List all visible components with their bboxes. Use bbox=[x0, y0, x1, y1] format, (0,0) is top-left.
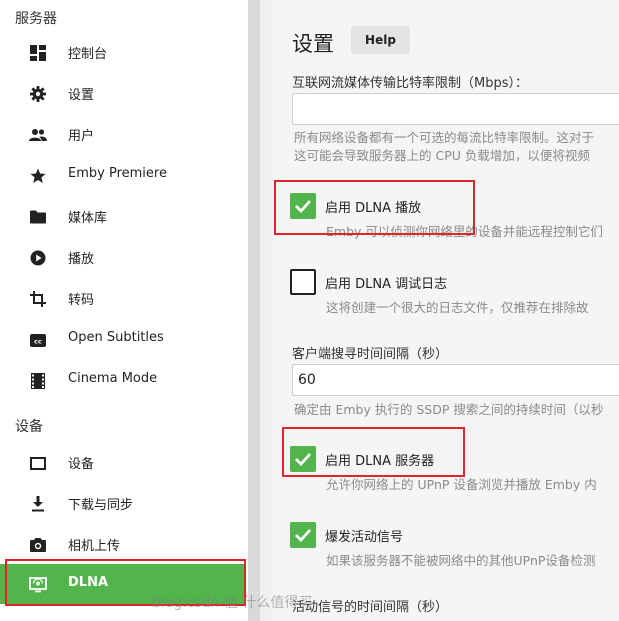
sidebar-item-label: 设备 bbox=[68, 457, 95, 472]
checkmark-icon bbox=[295, 200, 312, 213]
device-section-title: 设备 bbox=[15, 419, 43, 435]
dlna-debug-help: 这将创建一个很大的日志文件，仅推荐在排除故 bbox=[326, 300, 589, 315]
sidebar-item-emby-premiere[interactable]: Emby Premiere bbox=[0, 155, 246, 195]
checkmark-icon bbox=[295, 453, 312, 466]
dlna-play-toggle[interactable]: 启用 DLNA 播放 bbox=[290, 192, 421, 220]
discovery-interval-input[interactable] bbox=[292, 364, 619, 396]
sidebar-item-playback[interactable]: 播放 bbox=[0, 237, 246, 277]
sidebar-item-label: 设置 bbox=[68, 88, 95, 103]
dlna-play-label: 启用 DLNA 播放 bbox=[325, 200, 422, 216]
closed-caption-icon: cc bbox=[29, 331, 47, 349]
sidebar-item-library[interactable]: 媒体库 bbox=[0, 196, 246, 236]
sidebar-item-open-subtitles[interactable]: cc Open Subtitles bbox=[0, 319, 246, 359]
blast-alive-help: 如果该服务器不能被网络中的其他UPnP设备检测 bbox=[326, 553, 596, 568]
dlna-debug-checkbox[interactable] bbox=[290, 269, 316, 295]
dlna-server-label: 启用 DLNA 服务器 bbox=[325, 453, 435, 469]
sidebar-item-label: 转码 bbox=[68, 293, 95, 308]
discovery-help: 确定由 Emby 执行的 SSDP 搜索之间的持续时间（以秒 bbox=[294, 402, 604, 417]
film-icon bbox=[29, 372, 47, 390]
sidebar-item-settings[interactable]: 设置 bbox=[0, 73, 246, 113]
dashboard-icon bbox=[29, 44, 47, 62]
discovery-label: 客户端搜寻时间间隔（秒） bbox=[292, 347, 449, 362]
sidebar-item-label: 媒体库 bbox=[68, 211, 108, 226]
dlna-server-toggle[interactable]: 启用 DLNA 服务器 bbox=[290, 445, 434, 473]
download-icon bbox=[29, 495, 47, 513]
sidebar-item-label: 控制台 bbox=[68, 47, 108, 62]
sidebar-item-devices[interactable]: 设备 bbox=[0, 442, 246, 482]
dlna-icon bbox=[29, 576, 47, 594]
sidebar-item-label: 下载与同步 bbox=[68, 498, 134, 513]
crop-icon bbox=[29, 290, 47, 308]
bitrate-help-line-1: 所有网络设备都有一个可选的每流比特率限制。这对于 bbox=[294, 130, 595, 145]
gear-icon bbox=[29, 85, 47, 103]
people-icon bbox=[29, 126, 47, 144]
watermark: blog.csdn 值 什么值得买 bbox=[152, 595, 313, 611]
alive-interval-label: 活动信号的时间间隔（秒） bbox=[292, 600, 449, 615]
settings-content: 设置 Help 互联网流媒体传输比特率限制（Mbps）： 所有网络设备都有一个可… bbox=[272, 0, 619, 621]
sidebar-item-label: Emby Premiere bbox=[68, 166, 167, 181]
bitrate-label: 互联网流媒体传输比特率限制（Mbps）： bbox=[292, 76, 528, 91]
server-section-title: 服务器 bbox=[15, 11, 57, 27]
sidebar-item-dashboard[interactable]: 控制台 bbox=[0, 32, 246, 72]
sidebar-item-cinema-mode[interactable]: Cinema Mode bbox=[0, 360, 246, 400]
help-button[interactable]: Help bbox=[351, 26, 410, 54]
tv-icon bbox=[29, 454, 47, 472]
sidebar-item-label: Open Subtitles bbox=[68, 330, 164, 345]
bitrate-help-line-2: 这可能会导致服务器上的 CPU 负载增加，以便将视频 bbox=[294, 148, 590, 163]
content-gutter bbox=[260, 0, 272, 621]
sidebar-item-label: 用户 bbox=[68, 129, 95, 144]
sidebar-item-label: 播放 bbox=[68, 252, 95, 267]
dlna-debug-label: 启用 DLNA 调试日志 bbox=[325, 276, 448, 292]
dlna-server-help: 允许你网络上的 UPnP 设备浏览并播放 Emby 内 bbox=[326, 477, 597, 492]
sidebar-item-label: Cinema Mode bbox=[68, 371, 158, 386]
sidebar-item-transcoding[interactable]: 转码 bbox=[0, 278, 246, 318]
blast-alive-label: 爆发活动信号 bbox=[325, 529, 404, 545]
bitrate-input[interactable] bbox=[292, 93, 619, 125]
dlna-play-checkbox[interactable] bbox=[290, 193, 316, 219]
folder-icon bbox=[29, 208, 47, 226]
sidebar-item-camera-upload[interactable]: 相机上传 bbox=[0, 524, 246, 564]
sidebar-item-download-sync[interactable]: 下载与同步 bbox=[0, 483, 246, 523]
page-title: 设置 bbox=[292, 32, 334, 56]
sidebar-scrollbar[interactable] bbox=[248, 0, 260, 621]
dlna-play-help: Emby 可以侦测你网络里的设备并能远程控制它们 bbox=[326, 224, 603, 239]
sidebar: 服务器 控制台 设置 用户 Emby Premiere 媒体库 播放 转码 cc… bbox=[0, 0, 248, 621]
sidebar-item-users[interactable]: 用户 bbox=[0, 114, 246, 154]
checkmark-icon bbox=[295, 529, 312, 542]
blast-alive-toggle[interactable]: 爆发活动信号 bbox=[290, 521, 403, 549]
play-circle-icon bbox=[29, 249, 47, 267]
sidebar-item-label: DLNA bbox=[68, 575, 109, 590]
camera-icon bbox=[29, 536, 47, 554]
star-icon bbox=[29, 167, 47, 185]
blast-alive-checkbox[interactable] bbox=[290, 522, 316, 548]
sidebar-item-label: 相机上传 bbox=[68, 539, 121, 554]
svg-text:cc: cc bbox=[34, 337, 42, 345]
dlna-server-checkbox[interactable] bbox=[290, 446, 316, 472]
dlna-debug-toggle[interactable]: 启用 DLNA 调试日志 bbox=[290, 268, 447, 296]
